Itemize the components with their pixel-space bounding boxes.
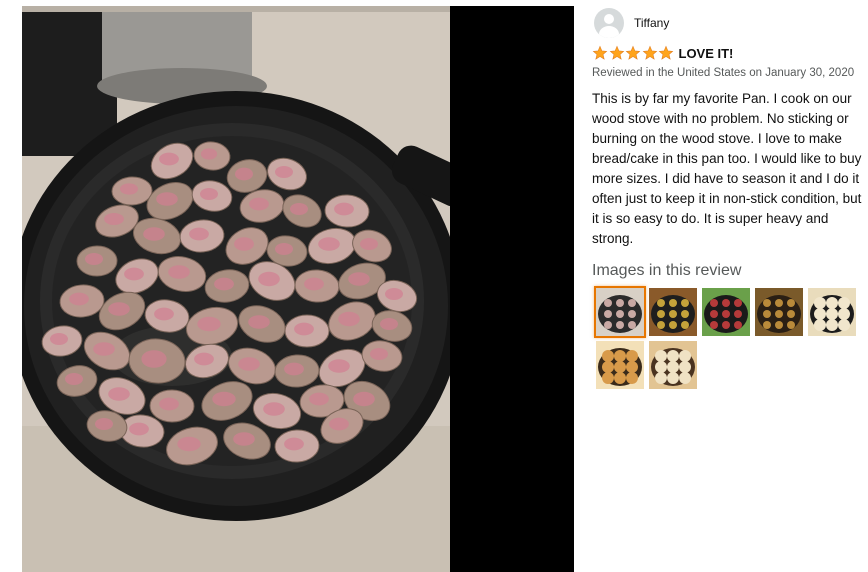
rating-row: LOVE IT! xyxy=(592,44,733,62)
star-icon xyxy=(658,45,674,60)
main-review-image[interactable] xyxy=(22,6,450,572)
star-icon xyxy=(642,45,657,60)
review-panel: Tiffany LOVE IT! Reviewed in the United … xyxy=(590,0,868,572)
review-date: Reviewed in the United States on January… xyxy=(592,67,855,79)
reviewer-name[interactable]: Tiffany xyxy=(634,16,669,30)
default-avatar-icon xyxy=(594,8,624,38)
review-title: LOVE IT! xyxy=(678,45,734,61)
star-icon xyxy=(625,45,641,60)
review-image-popup: Tiffany LOVE IT! Reviewed in the United … xyxy=(0,0,868,572)
review-image-thumbnail[interactable] xyxy=(808,288,856,336)
star-icon xyxy=(609,45,624,60)
review-image-thumbnail[interactable] xyxy=(596,341,644,389)
reviewer-profile[interactable]: Tiffany xyxy=(594,8,669,38)
review-text: This is by far my favorite Pan. I cook o… xyxy=(592,91,862,246)
review-image-thumbnail[interactable] xyxy=(755,288,803,336)
image-viewer xyxy=(0,0,574,572)
star-rating xyxy=(592,45,675,61)
review-image-thumbnail[interactable] xyxy=(594,286,646,338)
review-image-thumbnail[interactable] xyxy=(702,288,750,336)
review-image-thumbnail[interactable] xyxy=(649,288,697,336)
images-heading: Images in this review xyxy=(592,262,742,279)
review-image-thumbnail[interactable] xyxy=(649,341,697,389)
star-icon xyxy=(592,45,608,60)
